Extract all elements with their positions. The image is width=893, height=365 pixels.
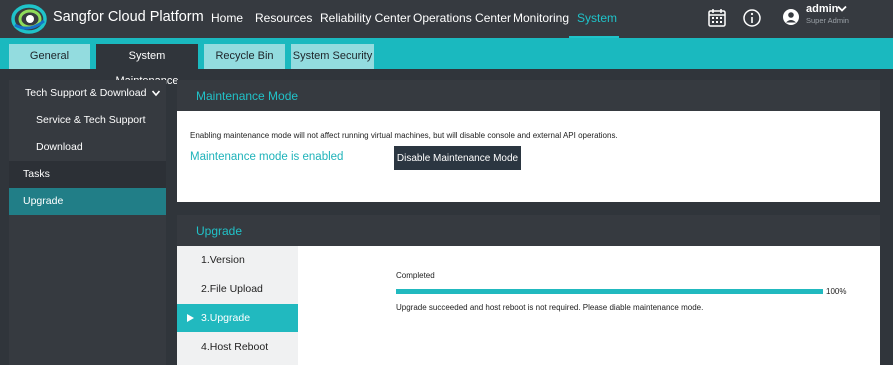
sidebar-item-label: Service & Tech Support [36, 114, 146, 126]
chevron-down-icon [152, 90, 160, 97]
step-version[interactable]: 1.Version [177, 246, 298, 274]
top-navigation-bar: Sangfor Cloud Platform Home Resources Re… [0, 0, 893, 38]
panel-title: Maintenance Mode [196, 89, 299, 103]
maintenance-note: Enabling maintenance mode will not affec… [190, 131, 618, 140]
user-role: Super Admin [806, 16, 849, 25]
sidebar-item-label: Upgrade [23, 195, 64, 207]
sangfor-logo-icon [11, 4, 47, 34]
nav-operations-center[interactable]: Operations Center [405, 0, 519, 38]
sidebar-item-tech-support-download[interactable]: Tech Support & Download [9, 80, 166, 107]
step-upgrade[interactable]: 3.Upgrade [177, 304, 298, 332]
maintenance-mode-panel: Enabling maintenance mode will not affec… [177, 111, 880, 202]
step-label: 3.Upgrade [201, 312, 251, 324]
user-icon[interactable] [783, 9, 799, 25]
upgrade-panel: 1.Version 2.File Upload 3.Upgrade 4.Host… [177, 246, 880, 365]
nav-resources[interactable]: Resources [247, 0, 320, 38]
sidebar-item-tasks[interactable]: Tasks [9, 161, 166, 188]
app-title: Sangfor Cloud Platform [53, 9, 204, 25]
upgrade-header: Upgrade [177, 215, 880, 246]
progress-percent: 100% [826, 287, 847, 296]
tab-recycle-bin[interactable]: Recycle Bin [204, 44, 285, 69]
tab-system-maintenance[interactable]: System Maintenance [96, 44, 198, 87]
step-label: 2.File Upload [201, 283, 263, 295]
tab-system-security[interactable]: System Security [291, 44, 374, 69]
progress-label: Completed [396, 271, 435, 280]
play-icon [187, 314, 194, 322]
disable-maintenance-mode-button[interactable]: Disable Maintenance Mode [394, 146, 521, 170]
nav-reliability-center[interactable]: Reliability Center [312, 0, 419, 38]
panel-title: Upgrade [196, 224, 243, 238]
step-label: 1.Version [201, 254, 245, 266]
sidebar-item-download[interactable]: Download [9, 134, 166, 161]
info-icon[interactable] [742, 8, 762, 28]
sidebar-item-upgrade[interactable]: Upgrade [9, 188, 166, 215]
sidebar: Tech Support & Download Service & Tech S… [9, 80, 166, 365]
step-label: 4.Host Reboot [201, 341, 269, 353]
sidebar-item-label: Tasks [23, 168, 50, 180]
upgrade-steps: 1.Version 2.File Upload 3.Upgrade 4.Host… [177, 246, 298, 365]
step-host-reboot[interactable]: 4.Host Reboot [177, 333, 298, 361]
nav-home[interactable]: Home [203, 0, 251, 38]
sidebar-item-service-tech-support[interactable]: Service & Tech Support [9, 107, 166, 134]
sidebar-item-label: Download [36, 141, 83, 153]
progress-bar [396, 289, 823, 294]
nav-system[interactable]: System [569, 0, 619, 38]
maintenance-mode-header: Maintenance Mode [177, 80, 880, 111]
sidebar-item-label: Tech Support & Download [25, 87, 147, 99]
nav-monitoring[interactable]: Monitoring [505, 0, 577, 38]
section-tabs: General System Maintenance Recycle Bin S… [0, 38, 893, 87]
tab-general[interactable]: General [9, 44, 90, 69]
progress-bar-fill [396, 289, 823, 294]
maintenance-status: Maintenance mode is enabled [190, 151, 344, 163]
step-file-upload[interactable]: 2.File Upload [177, 275, 298, 303]
upgrade-result-text: Upgrade succeeded and host reboot is not… [396, 303, 704, 312]
chevron-down-icon[interactable] [837, 5, 847, 13]
user-name[interactable]: admin [806, 3, 838, 15]
calendar-icon[interactable] [707, 8, 727, 28]
